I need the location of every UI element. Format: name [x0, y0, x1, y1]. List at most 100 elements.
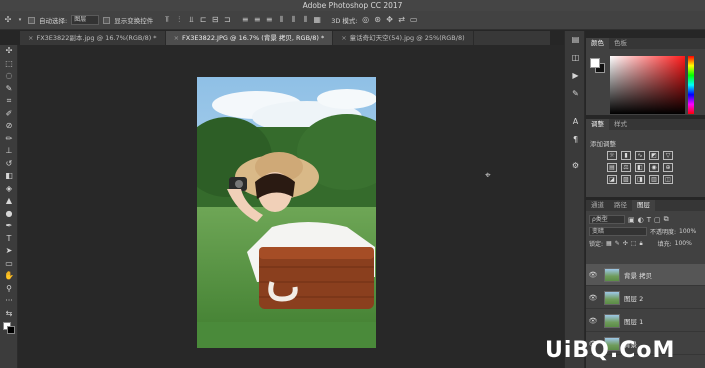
distribute-left-icon[interactable]: ⦀ [277, 16, 285, 24]
threshold-icon[interactable]: ◨ [635, 175, 645, 184]
type-tool-icon[interactable]: T [0, 233, 18, 246]
canvas-photo[interactable] [197, 77, 376, 348]
tab-doc-1[interactable]: × FX3E3822副本.jpg @ 16.7%(RGB/8) * [20, 31, 166, 45]
color-balance-icon[interactable]: ⚖ [621, 163, 631, 172]
align-hcenter-icon[interactable]: ⊟ [211, 16, 219, 24]
photo-filter-icon[interactable]: ◉ [649, 163, 659, 172]
tab-styles[interactable]: 样式 [609, 119, 632, 130]
layer-row[interactable]: 👁︎ 背景 拷贝 [586, 264, 705, 286]
actions-panel-icon[interactable]: ▶ [565, 67, 586, 85]
exposure-icon[interactable]: ◩ [649, 151, 659, 160]
brush-tool-icon[interactable]: ✏ [0, 133, 18, 146]
close-icon[interactable]: × [341, 34, 346, 42]
black-white-icon[interactable]: ◧ [635, 163, 645, 172]
gradient-tool-icon[interactable]: ◈ [0, 183, 18, 196]
paragraph-panel-icon[interactable]: ¶ [565, 131, 586, 149]
swap-colors-icon[interactable]: ⇆ [0, 308, 18, 321]
lock-artboard-icon[interactable]: ⬚ [631, 240, 637, 247]
color-picker-field[interactable] [610, 56, 685, 114]
tab-channels[interactable]: 通道 [586, 200, 609, 211]
lock-all-icon[interactable]: 🔒︎ [639, 240, 642, 248]
3d-pan-icon[interactable]: ✥ [386, 16, 394, 24]
background-color-swatch[interactable] [7, 326, 15, 334]
layer-kind-filter[interactable]: ρ类型 [589, 215, 625, 224]
visibility-eye-icon[interactable]: 👁︎ [586, 317, 600, 325]
path-select-tool-icon[interactable]: ➤ [0, 245, 18, 258]
fill-value[interactable]: 100% [675, 240, 692, 247]
filter-smart-icon[interactable]: ⧉ [664, 215, 669, 224]
dodge-tool-icon[interactable]: ● [0, 208, 18, 221]
healing-tool-icon[interactable]: ⊘ [0, 120, 18, 133]
hand-tool-icon[interactable]: ✋ [0, 270, 18, 283]
filter-pixel-icon[interactable]: ▣ [628, 216, 635, 224]
tab-doc-3[interactable]: × 童话奇幻天空(54).jpg @ 25%(RGB/8) [333, 31, 474, 45]
distribute-hcenter-icon[interactable]: ⦀ [289, 16, 297, 24]
history-brush-tool-icon[interactable]: ↺ [0, 158, 18, 171]
foreground-swatch[interactable] [590, 58, 600, 68]
pen-tool-icon[interactable]: ✒ [0, 220, 18, 233]
auto-select-checkbox[interactable] [28, 16, 35, 24]
layer-row[interactable]: 👁︎ 图层 1 [586, 310, 705, 332]
distribute-bottom-icon[interactable]: ≡ [265, 16, 273, 24]
tab-paths[interactable]: 路径 [609, 200, 632, 211]
lock-paint-icon[interactable]: ✎ [615, 240, 620, 247]
lasso-tool-icon[interactable]: ◌ [0, 70, 18, 83]
3d-scale-icon[interactable]: ▭ [410, 16, 418, 24]
3d-roll-icon[interactable]: ⊛ [374, 16, 382, 24]
hue-slider[interactable] [688, 56, 694, 114]
align-right-icon[interactable]: ⊐ [223, 16, 231, 24]
tab-doc-2[interactable]: × FX3E3822.JPG @ 16.7% (背景 拷贝, RGB/8) * [165, 31, 334, 45]
zoom-tool-icon[interactable]: ⚲ [0, 283, 18, 296]
blend-mode-dropdown[interactable]: 变暗 [589, 227, 647, 236]
brightness-icon[interactable]: ☼ [607, 151, 617, 160]
tab-color[interactable]: 颜色 [586, 38, 609, 49]
auto-align-icon[interactable]: ▦ [313, 16, 321, 24]
hue-saturation-icon[interactable]: ▤ [607, 163, 617, 172]
lock-pixels-icon[interactable]: ▦ [606, 240, 612, 247]
3d-rotate-icon[interactable]: ◎ [362, 16, 370, 24]
more-tools-icon[interactable]: ··· [0, 295, 18, 308]
character-panel-icon[interactable]: A [565, 113, 586, 131]
move-icon[interactable]: ✣ [4, 16, 12, 24]
close-icon[interactable]: × [28, 34, 33, 42]
show-transform-checkbox[interactable] [103, 16, 111, 24]
tab-adjustments[interactable]: 调整 [586, 119, 609, 130]
align-bottom-icon[interactable]: ⫫ [187, 16, 195, 24]
opacity-value[interactable]: 100% [679, 228, 696, 235]
crop-tool-icon[interactable]: ⌗ [0, 95, 18, 108]
tab-layers[interactable]: 图层 [632, 200, 655, 211]
curves-icon[interactable]: ∿ [635, 151, 645, 160]
align-left-icon[interactable]: ⊏ [199, 16, 207, 24]
align-vcenter-icon[interactable]: ⫶ [175, 16, 183, 24]
move-tool-icon[interactable]: ✣ [0, 45, 18, 58]
visibility-eye-icon[interactable]: 👁︎ [586, 271, 600, 279]
selective-color-icon[interactable]: ◫ [663, 175, 673, 184]
close-icon[interactable]: × [174, 34, 179, 42]
distribute-top-icon[interactable]: ≡ [241, 16, 249, 24]
eyedropper-tool-icon[interactable]: ✐ [0, 108, 18, 121]
blur-tool-icon[interactable]: ▲ [0, 195, 18, 208]
filter-shape-icon[interactable]: ▢ [654, 216, 661, 224]
3d-slide-icon[interactable]: ⇄ [398, 16, 406, 24]
history-panel-icon[interactable]: ▤ [565, 31, 586, 49]
visibility-eye-icon[interactable]: 👁︎ [586, 294, 600, 302]
stamp-tool-icon[interactable]: ⊥ [0, 145, 18, 158]
layer-row[interactable]: 👁︎ 图层 2 [586, 287, 705, 309]
marquee-tool-icon[interactable]: ⬚ [0, 58, 18, 71]
shape-tool-icon[interactable]: ▭ [0, 258, 18, 271]
vibrance-icon[interactable]: ▽ [663, 151, 673, 160]
channel-mixer-icon[interactable]: ⊕ [663, 163, 673, 172]
invert-icon[interactable]: ◪ [607, 175, 617, 184]
quick-select-tool-icon[interactable]: ✎ [0, 83, 18, 96]
distribute-right-icon[interactable]: ⦀ [301, 16, 309, 24]
chevron-down-icon[interactable]: ▾ [16, 16, 24, 24]
lock-position-icon[interactable]: ✣ [623, 240, 628, 247]
distribute-vcenter-icon[interactable]: ≡ [253, 16, 261, 24]
posterize-icon[interactable]: ▨ [621, 175, 631, 184]
filter-adjust-icon[interactable]: ◐ [638, 216, 644, 224]
align-top-icon[interactable]: ⫪ [163, 16, 171, 24]
brush-panel-icon[interactable]: ✎ [565, 85, 586, 103]
gradient-map-icon[interactable]: ▥ [649, 175, 659, 184]
glyphs-panel-icon[interactable]: ⚙ [565, 157, 586, 175]
tab-swatches[interactable]: 色板 [609, 38, 632, 49]
